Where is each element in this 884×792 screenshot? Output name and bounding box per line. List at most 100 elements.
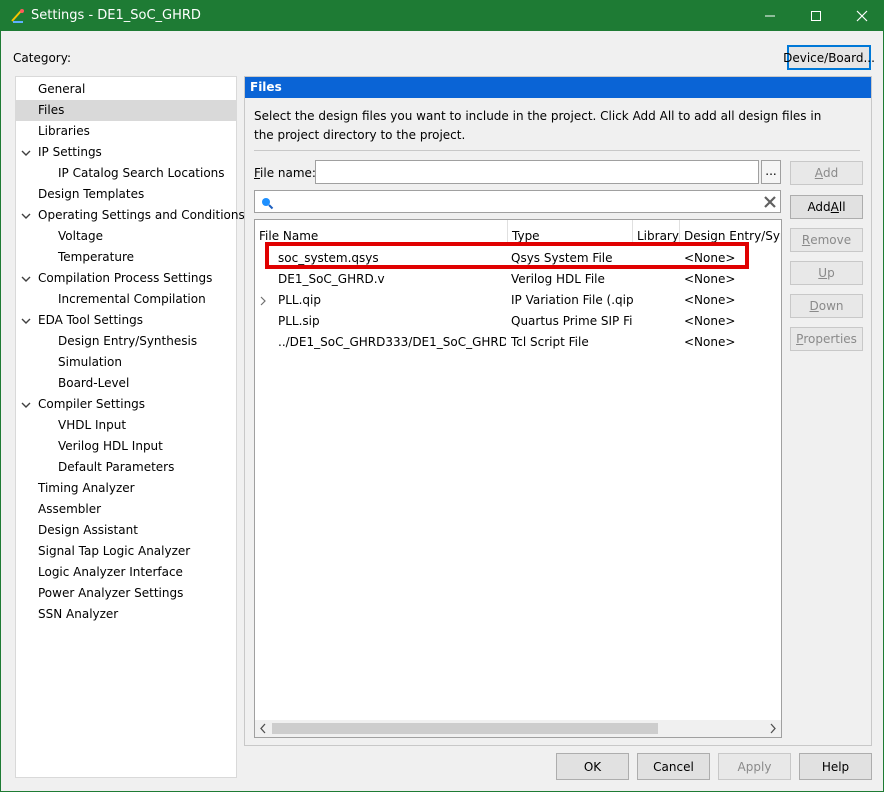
chevron-right-icon[interactable] xyxy=(260,290,270,311)
chevron-down-icon[interactable] xyxy=(21,310,31,331)
category-item-label: Timing Analyzer xyxy=(38,481,135,495)
mnemonic-underline: A xyxy=(830,200,839,214)
category-label: Category: xyxy=(13,51,71,65)
category-item-assembler[interactable]: Assembler xyxy=(16,499,236,520)
cell-file: ../DE1_SoC_GHRD333/DE1_SoC_GHRD.tcl xyxy=(278,335,506,349)
category-item-label: EDA Tool Settings xyxy=(38,313,143,327)
category-item-label: Libraries xyxy=(38,124,90,138)
category-item-operating-settings-and-conditions[interactable]: Operating Settings and Conditions xyxy=(16,205,245,226)
category-item-label: Compiler Settings xyxy=(38,397,146,411)
cell-entry: <None> xyxy=(684,272,736,286)
add-button[interactable]: Add xyxy=(790,161,863,185)
category-item-temperature[interactable]: Temperature xyxy=(16,247,236,268)
close-icon xyxy=(856,10,868,22)
category-item-timing-analyzer[interactable]: Timing Analyzer xyxy=(16,478,236,499)
category-item-logic-analyzer-interface[interactable]: Logic Analyzer Interface xyxy=(16,562,236,583)
category-item-general[interactable]: General xyxy=(16,79,236,100)
horizontal-scrollbar[interactable] xyxy=(255,720,781,737)
device-board-button[interactable]: Device/Board... xyxy=(783,45,875,70)
scroll-right-icon[interactable] xyxy=(769,723,777,734)
chevron-down-icon[interactable] xyxy=(21,268,31,289)
table-row[interactable]: PLL.qip IP Variation File (.qip) <None> xyxy=(255,290,781,311)
settings-window: Settings - DE1_SoC_GHRD Category: Device… xyxy=(0,0,884,792)
minimize-button[interactable] xyxy=(747,1,793,31)
category-item-power-analyzer-settings[interactable]: Power Analyzer Settings xyxy=(16,583,236,604)
category-item-vhdl-input[interactable]: VHDL Input xyxy=(16,415,236,436)
cell-entry: <None> xyxy=(684,293,736,307)
divider xyxy=(254,150,860,151)
category-item-simulation[interactable]: Simulation xyxy=(16,352,236,373)
category-item-ip-settings[interactable]: IP Settings xyxy=(16,142,236,163)
category-item-eda-tool-settings[interactable]: EDA Tool Settings xyxy=(16,310,236,331)
files-table[interactable]: File Name Type Library Design Entry/Synt… xyxy=(254,219,782,738)
category-item-label: Simulation xyxy=(58,355,122,369)
category-item-voltage[interactable]: Voltage xyxy=(16,226,236,247)
mnemonic-underline: P xyxy=(796,332,804,346)
category-item-default-parameters[interactable]: Default Parameters xyxy=(16,457,236,478)
minimize-icon xyxy=(765,15,775,17)
cell-entry: <None> xyxy=(684,335,736,349)
browse-button[interactable]: ... xyxy=(761,160,781,184)
apply-button[interactable]: Apply xyxy=(718,753,791,780)
scroll-left-icon[interactable] xyxy=(259,723,267,734)
category-item-verilog-hdl-input[interactable]: Verilog HDL Input xyxy=(16,436,236,457)
column-header-type[interactable]: Type xyxy=(508,220,633,244)
category-item-design-assistant[interactable]: Design Assistant xyxy=(16,520,236,541)
cell-type: Quartus Prime SIP File xyxy=(511,314,633,328)
cell-entry: <None> xyxy=(684,314,736,328)
panel-description: Select the design files you want to incl… xyxy=(254,109,822,142)
category-item-label: Logic Analyzer Interface xyxy=(38,565,183,579)
down-button[interactable]: Down xyxy=(790,294,863,318)
category-item-files[interactable]: Files xyxy=(16,100,236,121)
category-item-libraries[interactable]: Libraries xyxy=(16,121,236,142)
chevron-down-icon[interactable] xyxy=(21,205,31,226)
table-row[interactable]: PLL.sip Quartus Prime SIP File <None> xyxy=(255,311,781,332)
table-row[interactable]: ../DE1_SoC_GHRD333/DE1_SoC_GHRD.tcl Tcl S… xyxy=(255,332,781,353)
up-button[interactable]: Up xyxy=(790,261,863,285)
properties-button[interactable]: Properties xyxy=(790,327,863,351)
scrollbar-thumb[interactable] xyxy=(272,723,658,734)
mnemonic-underline: D xyxy=(809,299,819,313)
remove-button[interactable]: Remove xyxy=(790,228,863,252)
column-header-design-entry[interactable]: Design Entry/Synth xyxy=(680,220,781,244)
category-item-design-templates[interactable]: Design Templates xyxy=(16,184,236,205)
help-button[interactable]: Help xyxy=(799,753,872,780)
cell-library xyxy=(636,332,680,353)
maximize-button[interactable] xyxy=(793,1,839,31)
title-bar[interactable]: Settings - DE1_SoC_GHRD xyxy=(1,1,883,31)
chevron-down-icon[interactable] xyxy=(21,142,31,163)
panel-title: Files xyxy=(245,77,871,98)
clear-search-icon[interactable] xyxy=(763,195,777,209)
cancel-button[interactable]: Cancel xyxy=(637,753,710,780)
add-all-button[interactable]: Add All xyxy=(790,195,863,219)
ok-button[interactable]: OK xyxy=(556,753,629,780)
cell-type: Tcl Script File xyxy=(511,335,589,349)
category-item-design-entry-synthesis[interactable]: Design Entry/Synthesis xyxy=(16,331,236,352)
search-input[interactable] xyxy=(254,190,781,213)
file-name-input[interactable] xyxy=(315,160,759,184)
category-item-compilation-process-settings[interactable]: Compilation Process Settings xyxy=(16,268,236,289)
category-item-compiler-settings[interactable]: Compiler Settings xyxy=(16,394,236,415)
category-item-label: Design Templates xyxy=(38,187,145,201)
category-item-signal-tap-logic-analyzer[interactable]: Signal Tap Logic Analyzer xyxy=(16,541,236,562)
close-button[interactable] xyxy=(839,1,884,31)
maximize-icon xyxy=(811,11,821,21)
chevron-down-icon[interactable] xyxy=(21,394,31,415)
category-item-label: Signal Tap Logic Analyzer xyxy=(38,544,191,558)
cell-file: PLL.qip xyxy=(278,293,321,307)
category-item-board-level[interactable]: Board-Level xyxy=(16,373,236,394)
category-item-label: Operating Settings and Conditions xyxy=(38,208,245,222)
category-tree[interactable]: General Files Libraries IP Settings IP Catal… xyxy=(15,76,245,778)
cell-file: PLL.sip xyxy=(278,314,320,328)
cell-library xyxy=(636,290,680,311)
column-header-library[interactable]: Library xyxy=(633,220,680,244)
category-item-ssn-analyzer[interactable]: SSN Analyzer xyxy=(16,604,236,625)
category-item-label: Default Parameters xyxy=(58,460,175,474)
category-item-label: Incremental Compilation xyxy=(58,292,206,306)
category-item-label: IP Settings xyxy=(38,145,102,159)
table-row[interactable]: DE1_SoC_GHRD.v Verilog HDL File <None> xyxy=(255,269,781,290)
category-item-incremental-compilation[interactable]: Incremental Compilation xyxy=(16,289,236,310)
mnemonic-underline: A xyxy=(814,166,823,180)
category-item-ip-catalog-search-locations[interactable]: IP Catalog Search Locations xyxy=(16,163,236,184)
column-header-file-name[interactable]: File Name xyxy=(255,220,508,244)
